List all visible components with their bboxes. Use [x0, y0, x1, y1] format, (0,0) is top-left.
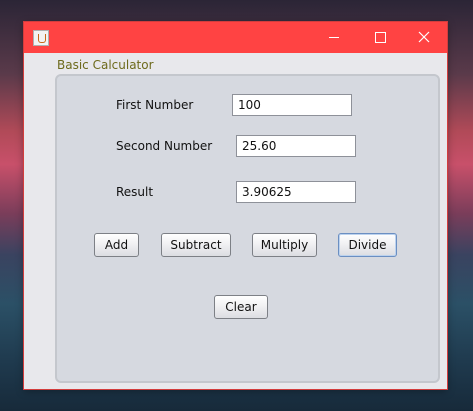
divide-button[interactable]: Divide [338, 233, 397, 257]
java-cup-icon[interactable] [33, 30, 49, 46]
first-number-input[interactable] [232, 94, 352, 116]
minimize-icon [329, 36, 339, 38]
multiply-button[interactable]: Multiply [252, 233, 317, 257]
subtract-button[interactable]: Subtract [161, 233, 231, 257]
group-title: Basic Calculator [57, 58, 154, 72]
clear-button[interactable]: Clear [214, 295, 268, 319]
add-button[interactable]: Add [94, 233, 139, 257]
maximize-button[interactable] [357, 22, 403, 53]
second-number-label: Second Number [116, 139, 213, 153]
result-label: Result [116, 185, 154, 199]
result-field[interactable] [236, 181, 356, 203]
window-content: Basic Calculator First Number Second Num… [24, 53, 447, 389]
first-number-label: First Number [116, 98, 194, 112]
title-bar[interactable] [24, 22, 447, 53]
minimize-button[interactable] [311, 22, 357, 53]
app-window: Basic Calculator First Number Second Num… [24, 22, 447, 389]
close-button[interactable] [401, 22, 447, 53]
close-icon [418, 31, 430, 43]
calculator-group-box [55, 74, 440, 383]
maximize-icon [374, 31, 386, 43]
second-number-input[interactable] [236, 135, 356, 157]
